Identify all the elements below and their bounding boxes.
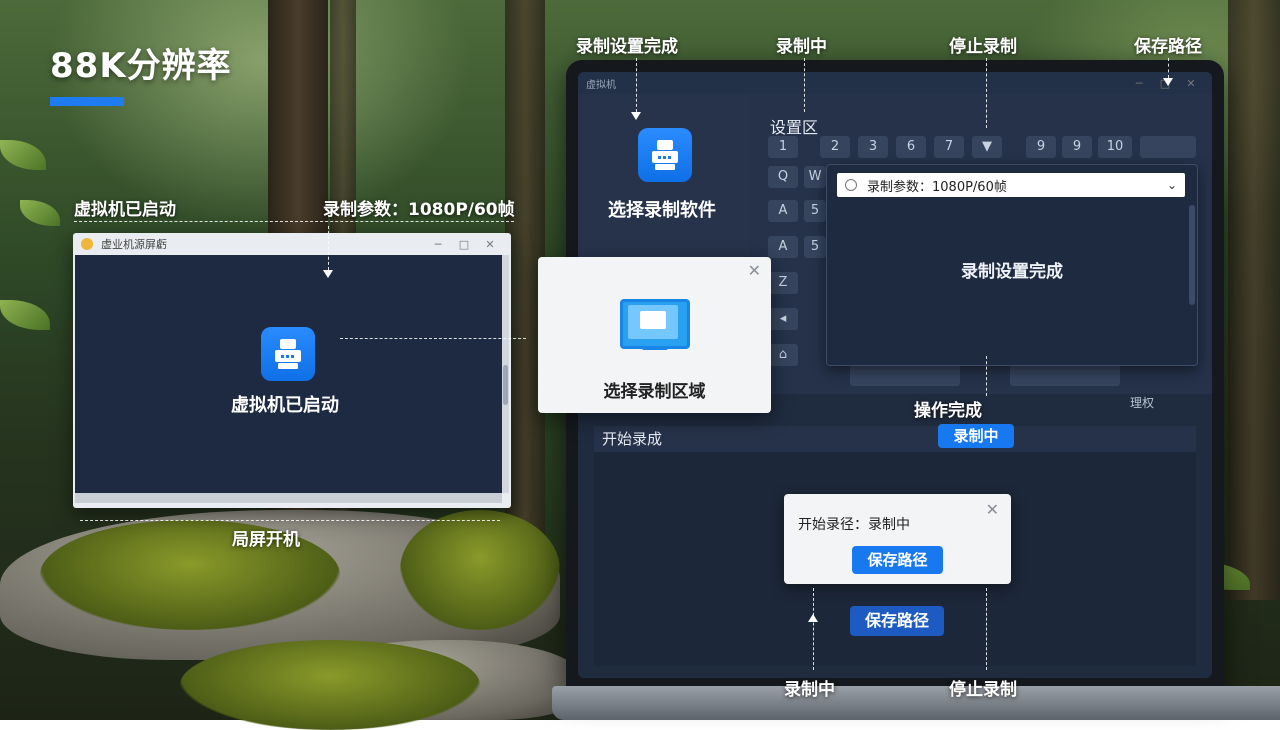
vm-app-tile[interactable] [261,327,315,381]
moss [180,640,480,730]
maximize-icon[interactable]: □ [451,238,477,251]
key[interactable]: 6 [896,136,926,158]
recording-badge[interactable]: 录制中 [938,424,1014,448]
arrow-down-icon [323,270,333,278]
dashed-line [986,356,987,396]
record-header: 开始录成 [594,426,1196,452]
callout-record-params: 录制参数：1080P/60帧 [323,200,515,220]
laptop-window-title: 虚拟机 [586,79,616,91]
printer-icon [652,140,678,170]
minimize-icon[interactable]: ─ [425,238,451,251]
key[interactable]: 7 [934,136,964,158]
callout-recording-top: 录制中 [776,37,827,57]
software-label: 选择录制软件 [608,200,716,221]
minimize-icon[interactable]: ─ [1126,77,1152,90]
path-dialog-save-button[interactable]: 保存路径 [852,546,943,574]
select-region-label: 选择录制区域 [603,382,706,402]
save-path-dialog[interactable]: ✕ 开始录径：录制中 保存路径 [784,494,1011,584]
panel-scrollbar[interactable] [1189,205,1195,305]
key[interactable]: ▼ [972,136,1002,158]
key[interactable]: W [804,166,826,188]
key[interactable]: Q [768,166,798,188]
monitor-icon [620,299,690,350]
record-setup-done-text: 录制设置完成 [961,262,1063,282]
path-dialog-text: 开始录径：录制中 [798,517,910,533]
dashed-line [328,226,329,270]
laptop-titlebar[interactable]: 虚拟机 ─ □ ✕ [578,72,1212,94]
page-title: 88K分辨率 [50,46,232,86]
dashed-line [1168,58,1169,78]
save-path-button[interactable]: 保存路径 [850,606,944,636]
title-underline [50,97,124,106]
chevron-down-icon: ⌄ [1166,178,1177,192]
callout-vm-started: 虚拟机已启动 [74,200,176,220]
key[interactable]: 2 [820,136,850,158]
recording-software-tile[interactable] [638,128,692,182]
key[interactable]: 5 [804,236,826,258]
close-icon[interactable]: ✕ [1178,77,1204,90]
vm-titlebar[interactable]: 虚业机源屏虧 ─ □ ✕ [73,233,511,255]
misc-label: 理权 [1130,396,1155,410]
dashed-line [74,221,514,222]
moss [400,510,560,630]
dashed-line [986,588,987,670]
dashed-connector [340,338,526,339]
select-region-card[interactable]: ✕ 选择录制区域 [538,257,771,413]
key[interactable]: 5 [804,200,826,222]
dashed-line [986,58,987,128]
key[interactable]: ⌂ [768,344,798,366]
key[interactable]: ◂ [768,308,798,330]
settings-area: 设置区 1 2 3 6 7 ▼ 9 9 10 Q A A Z ◂ ⌂ W 5 5… [750,94,1212,410]
record-param-select[interactable]: 录制参数：1080P/60帧 ⌄ [837,173,1185,197]
key[interactable]: A [768,236,798,258]
settings-title: 设置区 [770,118,819,137]
printer-icon [275,339,301,369]
app-icon [81,238,93,250]
arrow-down-icon [1163,78,1173,86]
key[interactable] [1140,136,1196,158]
record-param-panel: 录制参数：1080P/60帧 ⌄ 录制设置完成 [826,164,1198,366]
key[interactable] [1010,364,1120,386]
key[interactable]: Z [768,272,798,294]
callout-save-path-top: 保存路径 [1134,37,1202,57]
key[interactable]: 9 [1026,136,1056,158]
key[interactable]: 9 [1062,136,1092,158]
vm-window[interactable]: 虚业机源屏虧 ─ □ ✕ 虚拟机已启动 [73,233,511,508]
key[interactable] [850,364,960,386]
key[interactable]: 3 [858,136,888,158]
close-icon[interactable]: ✕ [986,502,999,518]
vm-scrollbar[interactable] [502,255,509,493]
laptop-base [552,686,1280,720]
callout-record-setup-done: 录制设置完成 [576,37,678,57]
callout-recording-bottom: 录制中 [784,680,835,700]
dashed-line [804,58,805,112]
key[interactable]: A [768,200,798,222]
callout-stop-record-top: 停止录制 [949,37,1017,57]
dashed-line [636,58,637,112]
vm-window-title: 虚业机源屏虧 [101,238,167,251]
tree-trunk [1228,0,1280,600]
key[interactable]: 1 [768,136,798,158]
vm-tile-label: 虚拟机已启动 [231,395,339,416]
close-icon[interactable]: ✕ [748,263,761,279]
vm-screen: 虚拟机已启动 [75,255,502,493]
callout-power-on: 局屏开机 [232,530,300,550]
vm-status-bar [75,493,502,503]
radio-icon [845,179,857,191]
callout-stop-record-bottom: 停止录制 [949,680,1017,700]
close-icon[interactable]: ✕ [477,238,503,251]
key[interactable]: 10 [1098,136,1132,158]
callout-operation-done: 操作完成 [914,401,982,421]
arrow-down-icon [631,112,641,120]
dashed-line [813,588,814,670]
dashed-line [80,520,500,521]
